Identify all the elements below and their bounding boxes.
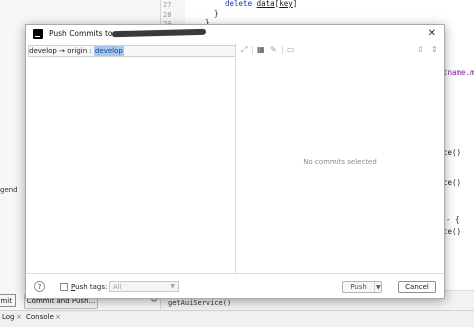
toolbar-separator [252, 46, 253, 54]
editor-fragment: ce() [443, 148, 462, 157]
commit-details-panel: No commits selected [236, 57, 444, 273]
line-number: 27 [163, 1, 172, 9]
redaction-mark [111, 28, 207, 38]
editor-fragment: ce() [443, 227, 462, 236]
push-tags-select-value: All [113, 283, 122, 291]
push-tags-checkbox[interactable] [60, 283, 68, 291]
app-logo-icon [33, 29, 43, 39]
remote-name: origin [67, 47, 88, 55]
push-tags-select[interactable]: All ▼ [109, 281, 179, 292]
push-tags-label: Push tags: [71, 283, 107, 291]
edit-icon[interactable]: ✎ [270, 45, 277, 54]
preview-icon[interactable]: ▭ [287, 45, 295, 54]
code-bracket: ] [292, 0, 298, 8]
close-icon[interactable]: × [55, 313, 61, 321]
chevron-down-icon[interactable]: ▼ [376, 282, 381, 293]
dialog-title: Push Commits to [49, 29, 113, 38]
branch-separator: : [89, 47, 92, 55]
code-line: delete data[key] [225, 0, 297, 8]
commits-tree-panel[interactable]: develop → origin : develop [26, 43, 236, 273]
close-icon[interactable]: × [16, 313, 22, 321]
collapse-all-icon[interactable]: ⇕ [431, 45, 438, 54]
commit-button[interactable]: nmit [0, 294, 16, 307]
line-number: 28 [163, 11, 172, 19]
code-key: key [279, 0, 293, 8]
editor-fragment: ce() [443, 178, 462, 187]
local-branch: develop [29, 47, 57, 55]
cancel-button[interactable]: Cancel [398, 281, 436, 293]
code-line: } [214, 9, 219, 18]
toolbar-separator [282, 46, 283, 54]
editor-fragment: tname.ma [443, 68, 474, 77]
close-icon[interactable]: ✕ [428, 28, 436, 39]
expand-arrows-icon[interactable]: ⤢ [241, 45, 247, 55]
push-tags-label-text: ush tags: [75, 283, 108, 291]
expand-all-icon[interactable]: ⇳ [417, 45, 424, 54]
code-object: data [256, 0, 275, 8]
chevron-down-icon: ▼ [170, 283, 175, 290]
push-button-label: Push [350, 283, 367, 291]
tab-console[interactable]: Console [26, 313, 54, 321]
push-commits-dialog: Push Commits to ✕ develop → origin : dev… [25, 24, 445, 299]
dialog-titlebar[interactable]: Push Commits to ✕ [26, 25, 444, 43]
empty-state-message: No commits selected [303, 158, 377, 166]
button-split-divider [374, 282, 375, 292]
branch-row[interactable]: develop → origin : develop [28, 45, 236, 57]
push-button[interactable]: Push ▼ [342, 281, 382, 293]
group-icon[interactable]: ▦ [257, 45, 265, 54]
remote-branch-field[interactable]: develop [93, 46, 124, 56]
help-button[interactable]: ? [34, 281, 45, 292]
footer-divider [26, 273, 444, 274]
arrow-right-icon: → [59, 47, 65, 55]
legend-label-fragment: gend [0, 186, 18, 194]
bottom-tool-bar [0, 310, 474, 327]
editor-fragment: - { [446, 215, 460, 224]
tab-log[interactable]: Log [2, 313, 15, 321]
details-toolbar: ⤢ ▦ ✎ ▭ ⇳ ⇕ [236, 43, 444, 57]
code-keyword: delete [225, 0, 257, 8]
editor-breadcrumb[interactable]: getAuiService() [168, 299, 231, 307]
